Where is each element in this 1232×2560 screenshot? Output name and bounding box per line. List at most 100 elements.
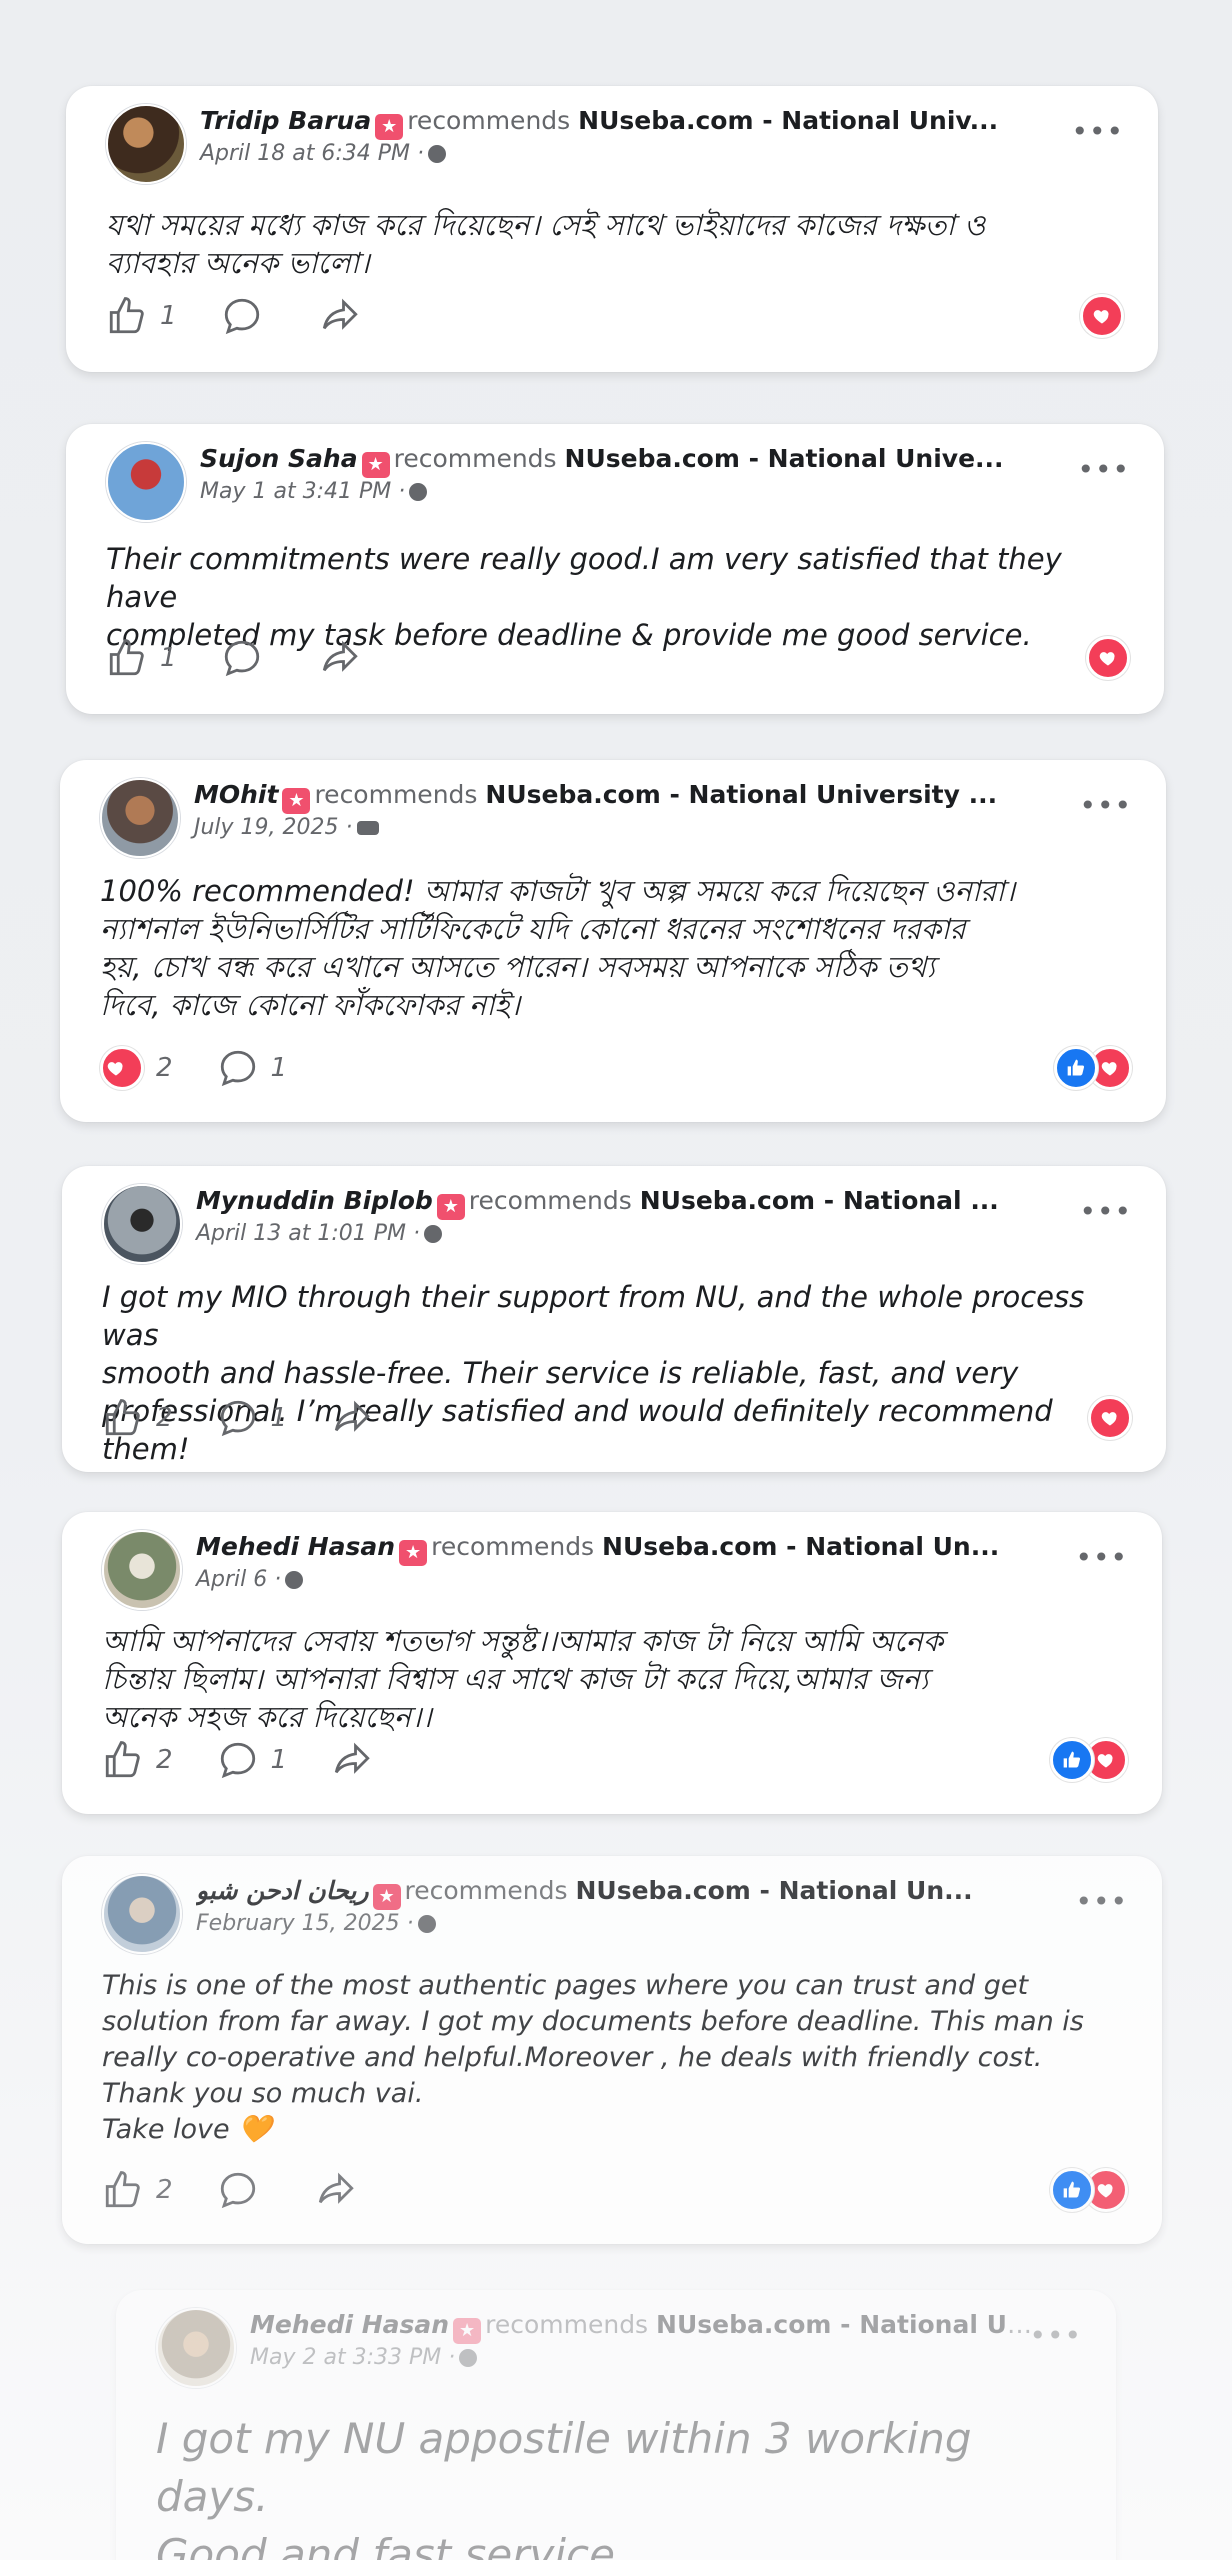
review-date[interactable]: May 1 at 3:41 PM · (200, 479, 405, 504)
page-name-link[interactable]: NUseba.com - National Un... (602, 1532, 999, 1561)
page-name-link[interactable]: NUseba.com - National Un... (575, 1876, 972, 1905)
share-arrow-icon (322, 298, 358, 330)
reaction-summary[interactable] (1050, 2168, 1128, 2212)
review-actions: 1 (106, 292, 1124, 340)
review-meta: Tridip Barua ★ recommends NUseba.com - Nat… (200, 104, 1124, 168)
globe-icon (417, 1915, 436, 1933)
share-button[interactable] (315, 2169, 369, 2211)
reaction-summary[interactable] (1050, 1738, 1128, 1782)
review-date[interactable]: July 19, 2025 · (194, 815, 353, 840)
avatar[interactable] (106, 442, 186, 522)
page-name-link[interactable]: NUseba.com - National Un... (656, 2310, 1053, 2339)
review-text: This is one of the most authentic pages … (102, 1970, 1084, 2145)
share-arrow-icon (322, 640, 358, 672)
globe-icon (424, 1225, 442, 1243)
review-text: আমি আপনাদের সেবায় শতভাগ সন্তুষ্ট।।আমার … (102, 1624, 944, 1734)
reaction-summary[interactable] (1086, 636, 1130, 680)
review-date-line: April 18 at 6:34 PM · (200, 140, 1124, 168)
avatar[interactable] (106, 104, 186, 184)
reviewer-name[interactable]: Mynuddin Biplob (196, 1186, 433, 1215)
review-date[interactable]: April 18 at 6:34 PM · (200, 141, 424, 166)
avatar[interactable] (102, 1184, 182, 1264)
reviewer-name[interactable]: Tridip Barua (200, 106, 371, 135)
share-button[interactable] (319, 295, 373, 337)
more-options-icon[interactable]: ••• (1029, 2322, 1082, 2350)
recommends-label: recommends (404, 1876, 568, 1905)
like-button[interactable]: 2 (102, 2169, 173, 2211)
reviewer-name[interactable]: ريحان ادحن شبو (196, 1876, 369, 1905)
like-count: 2 (156, 1403, 173, 1433)
like-count: 1 (160, 301, 177, 331)
like-reaction-icon (1054, 1046, 1098, 1090)
avatar[interactable] (102, 1530, 182, 1610)
reaction-summary[interactable] (1088, 1396, 1132, 1440)
reaction-summary[interactable] (1054, 1046, 1132, 1090)
comment-count: 1 (270, 1403, 288, 1433)
like-button[interactable]: 2 (102, 1397, 173, 1439)
review-date[interactable]: April 6 · (196, 1567, 281, 1592)
more-options-icon[interactable]: ••• (1075, 1888, 1128, 1916)
recommend-badge-icon: ★ (399, 1540, 428, 1566)
like-button[interactable]: 2 (102, 1739, 173, 1781)
reviewer-name[interactable]: Mehedi Hasan (250, 2310, 449, 2339)
avatar[interactable] (156, 2308, 236, 2388)
page-name-link[interactable]: NUseba.com - National Univ... (578, 106, 998, 135)
reviewer-name[interactable]: Mehedi Hasan (196, 1532, 395, 1561)
comment-button[interactable] (221, 637, 275, 679)
more-options-icon[interactable]: ••• (1079, 1198, 1132, 1226)
review-meta: ريحان ادحن شبو ★ recommends NUseba.com - N… (196, 1874, 1128, 1938)
review-actions: 2 (102, 2166, 1128, 2214)
heart-icon (1080, 294, 1124, 338)
comment-button[interactable] (221, 295, 275, 337)
recommend-badge-icon: ★ (282, 788, 311, 814)
page-name-link[interactable]: NUseba.com - National ... (640, 1186, 999, 1215)
comment-button[interactable]: 1 (217, 1397, 288, 1439)
more-options-icon[interactable]: ••• (1075, 1544, 1128, 1572)
review-meta: Mehedi Hasan ★ recommends NUseba.com - Nat… (196, 1530, 1128, 1594)
like-button[interactable]: 1 (106, 637, 177, 679)
review-header: Sujon Saha ★ recommends NUseba.com - Natio… (106, 442, 1130, 522)
share-button[interactable] (331, 1397, 385, 1439)
review-text: 100% recommended! আমার কাজটা খুব অল্প সম… (100, 874, 1015, 1022)
review-meta: Sujon Saha ★ recommends NUseba.com - Natio… (200, 442, 1130, 506)
more-options-icon[interactable]: ••• (1079, 792, 1132, 820)
page-name-link[interactable]: NUseba.com - National Unive... (565, 444, 1004, 473)
share-arrow-icon (334, 1400, 370, 1432)
review-date[interactable]: April 13 at 1:01 PM · (196, 1221, 420, 1246)
comment-button[interactable]: 1 (217, 1739, 287, 1781)
recommends-label: recommends (407, 106, 571, 135)
review-date-line: July 19, 2025 · (194, 814, 1132, 842)
review-date[interactable]: May 2 at 3:33 PM · (250, 2345, 455, 2370)
review-card: MOhit ★ recommends NUseba.com - National U… (60, 760, 1166, 1122)
review-card: Tridip Barua ★ recommends NUseba.com - Nat… (66, 86, 1158, 372)
review-date[interactable]: February 15, 2025 · (196, 1911, 414, 1936)
like-thumb-icon (105, 2171, 140, 2208)
like-thumb-icon (109, 639, 144, 676)
avatar[interactable] (100, 778, 180, 858)
share-button[interactable] (319, 637, 373, 679)
recommends-label: recommends (314, 780, 478, 809)
like-button[interactable]: 1 (106, 295, 177, 337)
love-reaction-count[interactable]: 2 (100, 1046, 173, 1090)
review-card: Mynuddin Biplob ★ recommends NUseba.com - … (62, 1166, 1166, 1472)
comment-button[interactable]: 1 (217, 1047, 287, 1089)
review-meta: Mynuddin Biplob ★ recommends NUseba.com - … (196, 1184, 1132, 1248)
review-actions: 2 1 (102, 1736, 1128, 1784)
heart-icon (1088, 1396, 1132, 1440)
review-date-line: April 13 at 1:01 PM · (196, 1220, 1132, 1248)
page-name-link[interactable]: NUseba.com - National University ... (485, 780, 997, 809)
share-button[interactable] (331, 1739, 385, 1781)
comment-button[interactable] (217, 2169, 271, 2211)
avatar[interactable] (102, 1874, 182, 1954)
reaction-summary[interactable] (1080, 294, 1124, 338)
more-options-icon[interactable]: ••• (1071, 118, 1124, 146)
reviewer-name[interactable]: MOhit (194, 780, 278, 809)
more-options-icon[interactable]: ••• (1077, 456, 1130, 484)
review-date-line: May 1 at 3:41 PM · (200, 478, 1130, 506)
review-date-line: February 15, 2025 · (196, 1910, 1128, 1938)
recommend-badge-icon: ★ (436, 1194, 465, 1220)
review-date-line: May 2 at 3:33 PM · (250, 2344, 1082, 2372)
like-thumb-icon (105, 1741, 140, 1778)
review-title-line: Sujon Saha ★ recommends NUseba.com - Natio… (200, 442, 1130, 478)
reviewer-name[interactable]: Sujon Saha (200, 444, 358, 473)
